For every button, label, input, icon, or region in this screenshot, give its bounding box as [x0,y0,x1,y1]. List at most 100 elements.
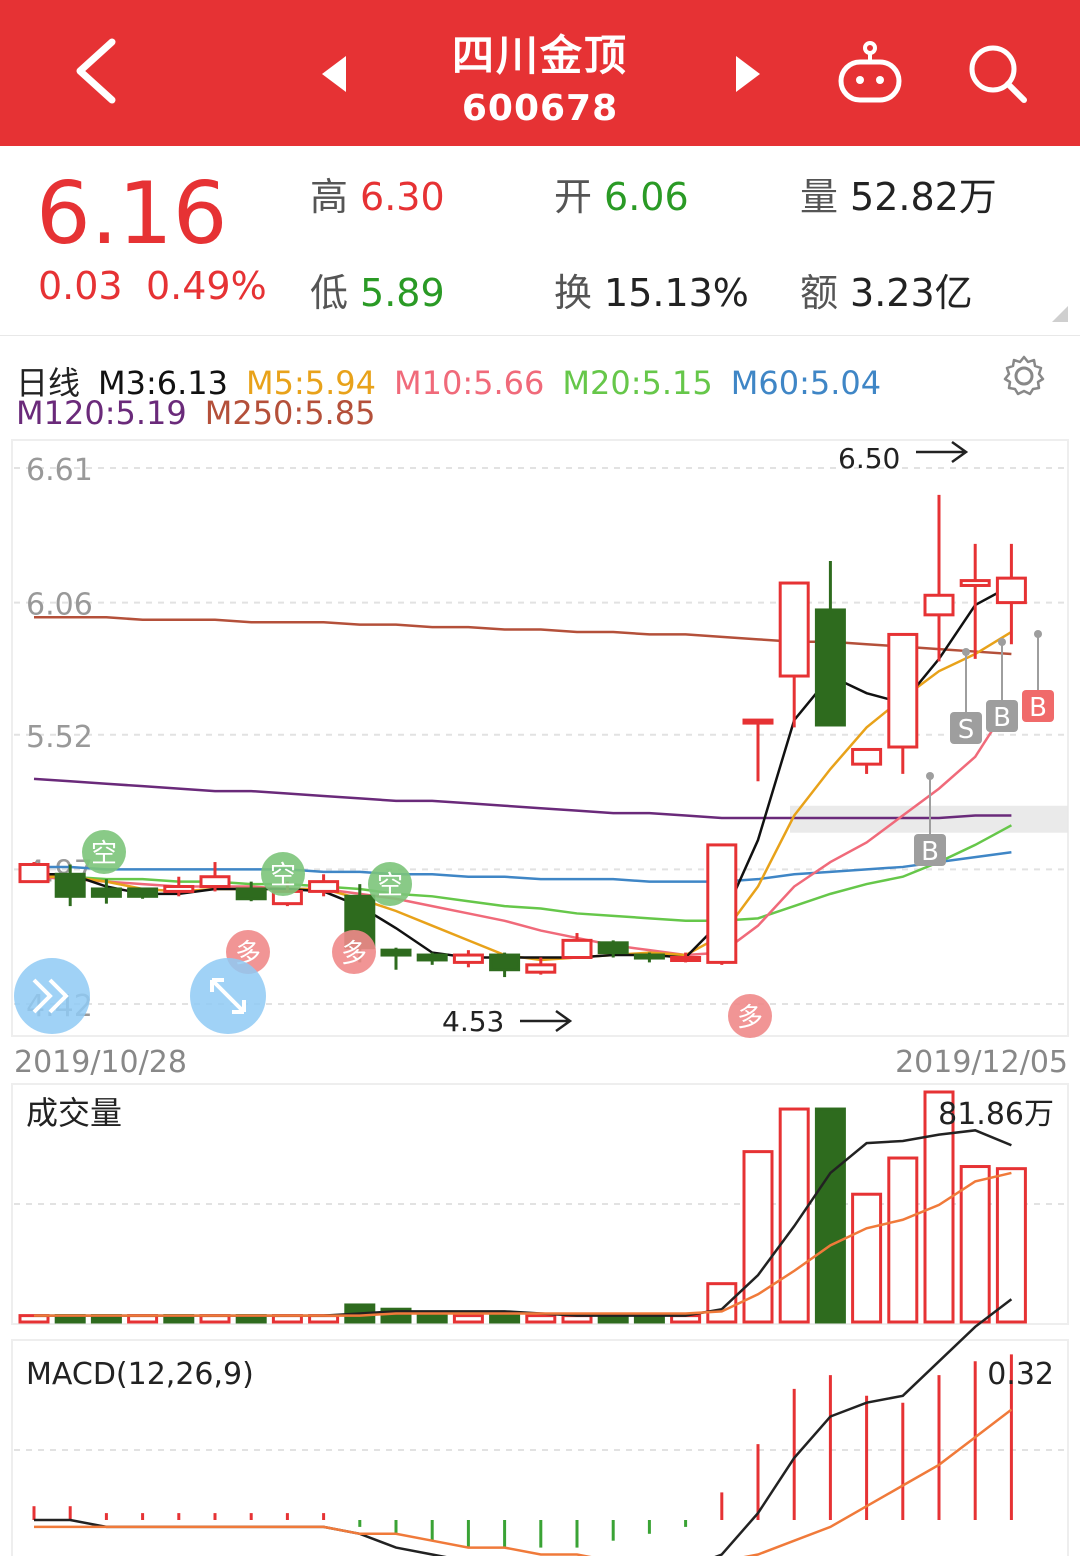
volume-bar[interactable] [778,1107,810,1324]
quote-volume: 量 52.82万 [800,166,997,221]
candle-body[interactable] [54,872,86,898]
candle-body[interactable] [90,887,122,898]
volume-bar[interactable] [851,1192,883,1324]
ma-m250-line [34,616,1012,656]
robot-icon[interactable] [836,40,904,106]
candle-body[interactable] [670,955,702,962]
trade-marker-dot [926,772,934,780]
candle-body[interactable] [525,963,557,974]
price-axis-label: 5.52 [26,720,93,755]
macd-dea-line [34,1408,1013,1556]
candle-body[interactable] [633,953,665,960]
stock-chart[interactable]: 6.616.065.524.974.426.504.53空空空多多多SBBB20… [0,430,1080,1556]
max-price-annotation: 6.50 [838,442,900,475]
volume-value: 52.82万 [850,175,997,219]
volume-bar[interactable] [706,1282,738,1324]
next-stock-icon[interactable] [732,54,764,94]
search-icon[interactable] [966,42,1030,106]
ma20-label: M20:5.15 [562,364,713,402]
expand-corner-icon[interactable] [1052,306,1068,322]
macd-dif-line [34,1298,1013,1556]
stock-code: 600678 [461,88,619,129]
candle-body[interactable] [127,887,159,898]
volume-bar[interactable] [995,1167,1027,1324]
candle-body[interactable] [561,938,593,959]
volume-label: 量 [800,175,839,219]
volume-bar[interactable] [959,1165,991,1324]
stock-name: 四川金顶 [451,31,628,80]
volume-max-label: 81.86万 [938,1097,1054,1132]
volume-bar[interactable] [887,1156,919,1324]
candle-body[interactable] [742,718,774,725]
gear-icon[interactable] [1002,354,1046,398]
long-signal-label: 多 [341,939,367,969]
candle-body[interactable] [199,875,231,889]
end-date-label: 2019/12/05 [895,1045,1068,1080]
min-arrow-icon [520,1009,573,1033]
trade-marker-dot [962,648,970,656]
short-signal-label: 空 [270,861,296,891]
candle-body[interactable] [597,941,629,955]
volume-bar[interactable] [489,1314,521,1324]
candle-body[interactable] [308,880,340,893]
top-bar: 四川金顶 600678 [0,0,1080,146]
quote-high: 高 6.30 [310,166,445,221]
candle-body[interactable] [959,579,991,587]
ma-m5-line [34,630,1013,962]
trade-marker-label: S [958,715,975,745]
ma-m20-line [33,824,1012,923]
quote-turnover: 换 15.13% [554,262,749,317]
volume-bar[interactable] [525,1314,557,1324]
ma-m3-line [34,584,1012,959]
candle-body[interactable] [18,862,50,884]
volume-bar[interactable] [416,1311,448,1324]
quote-open: 开 6.06 [554,166,689,221]
candle-body[interactable] [163,885,195,893]
start-date-label: 2019/10/28 [14,1045,187,1080]
volume-bar[interactable] [814,1107,846,1324]
candle-body[interactable] [995,576,1027,605]
candle-body[interactable] [814,608,846,727]
quote-panel: 6.16 0.03 0.49% 高 6.30 开 6.06 量 52.82万 低 5.8… [0,146,1080,336]
volume-bar[interactable] [742,1150,774,1324]
ma10-label: M10:5.66 [394,364,545,402]
ma60-label: M60:5.04 [730,364,882,402]
back-icon[interactable] [70,36,126,106]
amount-label: 额 [800,271,839,315]
long-signal-label: 多 [737,1003,763,1033]
candle-body[interactable] [452,953,484,964]
trade-marker-dot [1034,630,1042,638]
open-label: 开 [554,175,593,219]
trade-marker-dot [998,638,1006,646]
candle-body[interactable] [923,593,955,617]
ma-m60-line [34,851,1012,883]
trade-marker-label: B [921,837,939,867]
candle-body[interactable] [706,843,738,964]
quote-amount: 额 3.23亿 [800,262,973,317]
low-value: 5.89 [360,271,445,315]
turnover-value: 15.13% [604,271,749,315]
min-price-annotation: 4.53 [442,1005,504,1038]
high-value: 6.30 [360,175,445,219]
macd-max-label: 0.32 [987,1357,1054,1392]
max-arrow-icon [916,440,969,464]
amount-value: 3.23亿 [850,271,973,315]
candle-body[interactable] [416,953,448,962]
turnover-label: 换 [554,271,593,315]
candle-body[interactable] [380,948,412,957]
volume-bar[interactable] [452,1314,484,1324]
low-label: 低 [310,271,349,315]
candle-body[interactable] [489,953,521,972]
price-change-pct: 0.49% [146,264,267,308]
short-signal-label: 空 [91,839,117,869]
ma120-label: M120:5.19 [16,394,187,432]
volume-title: 成交量 [26,1094,122,1132]
candle-body[interactable] [235,887,267,901]
candle-body[interactable] [778,581,810,678]
trade-marker-label: B [993,703,1011,733]
high-label: 高 [310,175,349,219]
quote-low: 低 5.89 [310,262,445,317]
candle-body[interactable] [851,747,883,766]
candle-body[interactable] [887,632,919,749]
macd-title: MACD(12,26,9) [26,1357,254,1392]
